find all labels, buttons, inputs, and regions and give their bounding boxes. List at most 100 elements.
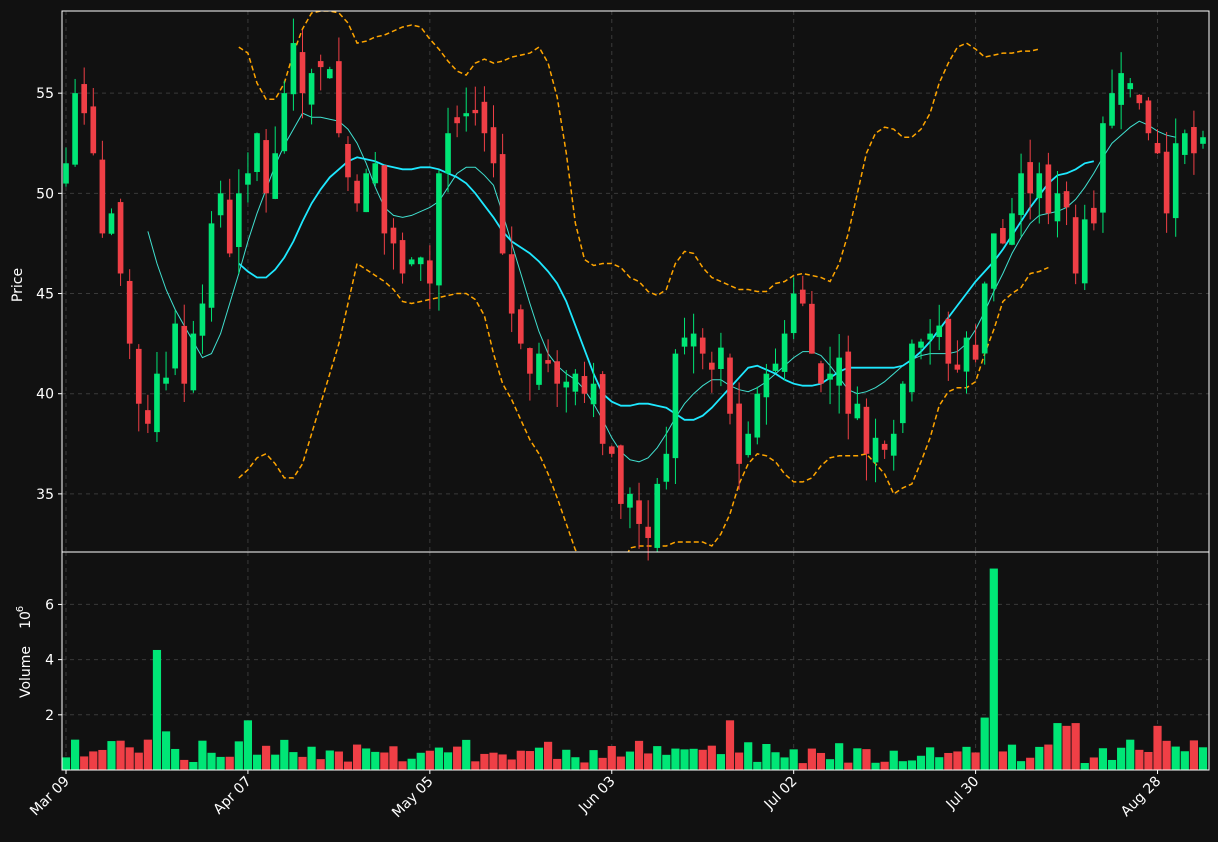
candle-body [99, 159, 106, 234]
volume-bar [334, 751, 343, 770]
volume-bar [489, 752, 498, 770]
candle-body [972, 344, 979, 360]
candle-body [590, 383, 597, 405]
candle-body [672, 353, 679, 459]
candle-body [918, 341, 924, 348]
candle-body [836, 357, 842, 386]
volume-axis-label-text: Volume [18, 646, 34, 698]
volume-bar [1135, 749, 1144, 770]
x-tick-label: Jun 03 [575, 774, 618, 817]
volume-bar [1007, 744, 1017, 770]
candle-body [772, 363, 779, 371]
price-tick-label: 35 [36, 487, 54, 503]
volume-bar [853, 748, 862, 770]
candle-body [599, 374, 606, 444]
candle-body [1181, 133, 1188, 155]
volume-axis-label: Volume 10 6 [15, 606, 34, 698]
volume-bar [107, 741, 116, 770]
candle-body [236, 193, 242, 248]
candle-body [663, 453, 670, 482]
candle-body [1163, 151, 1170, 214]
volume-bar [462, 739, 471, 770]
candle-body [581, 376, 588, 394]
volume-bar [735, 752, 744, 770]
candle-body [272, 153, 279, 199]
candle-body [608, 446, 615, 454]
volume-bar [180, 759, 189, 770]
volume-bar [498, 754, 507, 770]
volume-panel-frame [61, 551, 1210, 771]
volume-bar [1098, 748, 1108, 770]
volume-bar [1035, 746, 1044, 770]
candle-body [900, 383, 906, 424]
volume-bar [398, 761, 407, 770]
volume-bar [525, 751, 534, 770]
volume-bar [189, 761, 198, 770]
volume-bar [862, 749, 871, 770]
candle-body [1009, 213, 1015, 245]
volume-bar [1026, 757, 1035, 770]
candle-body [890, 433, 897, 456]
candle-body [490, 127, 497, 164]
candle-body [945, 318, 952, 364]
candle-body [627, 493, 633, 508]
volume-bar [134, 752, 143, 770]
candle-body [963, 337, 970, 372]
candle-body [117, 202, 124, 274]
candle-body [317, 61, 324, 68]
volume-bar [835, 743, 844, 770]
candle-body [554, 361, 561, 384]
candle-body [1118, 73, 1124, 105]
candle-body [781, 333, 788, 372]
bollinger-upper-line [238, 11, 1040, 297]
candle-body [1100, 123, 1106, 213]
candle-body [763, 373, 770, 398]
volume-bar [1107, 759, 1117, 770]
candle-body [954, 364, 961, 370]
candle-body [1054, 193, 1061, 222]
candle-body [199, 303, 206, 336]
candle-body [208, 223, 215, 308]
candlesticks [63, 18, 1206, 561]
candle-body [1127, 83, 1134, 90]
x-axis-ticks: Mar 09 Apr 07 May 05 Jun 03 Jul 02 Jul 30 Aug … [27, 770, 1164, 821]
volume-bar [543, 741, 553, 770]
price-grid [62, 11, 1209, 552]
x-tick-label: Apr 07 [211, 774, 255, 818]
candle-body [1072, 217, 1079, 274]
candle-body [190, 333, 197, 391]
volume-bar [225, 756, 234, 770]
volume-bar [343, 761, 353, 770]
volume-bar [616, 756, 625, 770]
candle-body [408, 259, 415, 265]
candle-body [308, 73, 315, 105]
volume-bar [380, 752, 389, 770]
candle-body [226, 199, 233, 254]
volume-bar [298, 756, 307, 770]
candle-body [618, 445, 624, 504]
volume-bar [598, 757, 607, 770]
volume-bar [171, 748, 180, 770]
candle-body [1045, 164, 1052, 214]
candle-body [845, 351, 852, 414]
candle-body [572, 373, 579, 392]
volume-bar [816, 752, 826, 770]
candle-body [1145, 100, 1152, 134]
candle-body [172, 323, 178, 369]
volume-bar [589, 750, 598, 770]
volume-bar [998, 751, 1007, 770]
volume-bar [889, 750, 898, 770]
candle-body [981, 283, 988, 354]
volume-bar [425, 750, 434, 770]
volume-bar [262, 745, 271, 770]
candle-body [809, 303, 815, 354]
volume-bar [116, 740, 125, 770]
price-tick-label: 40 [36, 387, 54, 403]
volume-bar [1126, 739, 1135, 770]
volume-y-ticks: 2 4 6 [45, 597, 62, 724]
volume-bar [607, 746, 616, 770]
volume-bar [771, 752, 780, 770]
volume-bar [916, 755, 926, 770]
candle-body [90, 106, 97, 154]
candle-body [481, 101, 488, 134]
